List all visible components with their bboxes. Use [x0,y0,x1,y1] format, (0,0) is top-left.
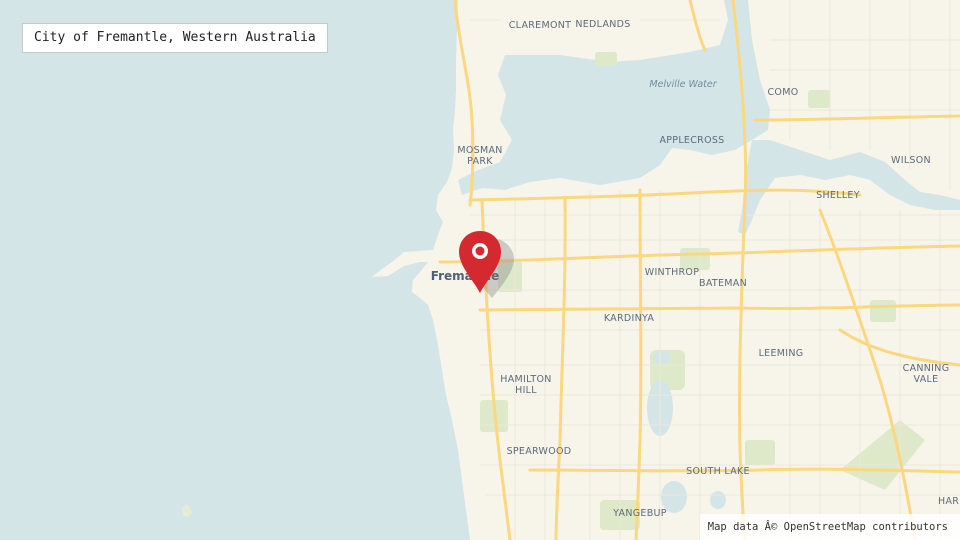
label-canning-vale-line2: VALE [914,374,939,385]
label-hamilton-hill-line1: HAMILTON [500,374,551,385]
map-svg: CLAREMONT NEDLANDS Melville Water COMO A… [0,0,960,540]
label-melville-water: Melville Water [649,79,717,90]
map-title: City of Fremantle, Western Australia [22,23,328,53]
label-claremont: CLAREMONT [509,20,572,31]
label-yangebup: YANGEBUP [612,508,667,519]
label-harrisdale-partial: HAR [938,496,959,507]
label-kardinya: KARDINYA [604,313,655,324]
label-shelley: SHELLEY [816,190,860,201]
label-nedlands: NEDLANDS [575,19,630,30]
label-como: COMO [768,87,799,98]
label-canning-vale-line1: CANNING [903,363,950,374]
attribution: Map data Â© OpenStreetMap contributors [699,514,960,540]
label-bateman: BATEMAN [699,278,747,289]
label-winthrop: WINTHROP [645,267,699,278]
label-wilson: WILSON [891,155,931,166]
map-canvas[interactable]: CLAREMONT NEDLANDS Melville Water COMO A… [0,0,960,540]
label-applecross: APPLECROSS [659,135,724,146]
label-mosman-park-line1: MOSMAN [457,145,502,156]
label-south-lake: SOUTH LAKE [686,466,750,477]
label-spearwood: SPEARWOOD [507,446,572,457]
label-mosman-park-line2: PARK [467,156,493,167]
label-hamilton-hill-line2: HILL [515,385,537,396]
label-leeming: LEEMING [759,348,804,359]
